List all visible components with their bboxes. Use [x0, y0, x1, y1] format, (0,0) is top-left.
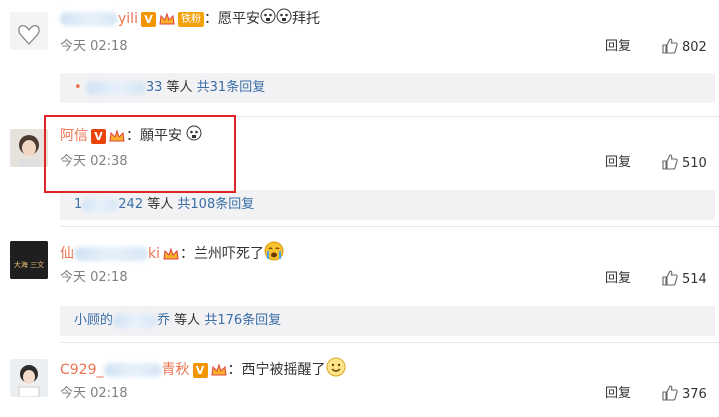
verified-v-icon: V — [192, 362, 208, 378]
like-count: 376 — [682, 387, 707, 402]
comment-item: yili V 铁粉 ：愿平安 拜托 今天 02:18 回复 802 • 33 等人 共3… — [0, 0, 719, 110]
sub-more: 等人 — [166, 80, 193, 95]
verified-v-icon: V — [140, 11, 156, 27]
username-suffix[interactable]: 青秋 — [162, 362, 190, 378]
fans-badge: 铁粉 — [177, 11, 204, 27]
scared-emoji-icon — [276, 8, 292, 30]
avatar[interactable]: 大海 三文 — [10, 241, 48, 279]
sub-more: 等人 — [147, 197, 174, 212]
crying-emoji-icon — [264, 241, 284, 267]
blurred-username — [74, 247, 148, 261]
comment-text: ：兰州吓死了 — [180, 246, 264, 262]
username[interactable]: yili — [118, 11, 138, 27]
comment-item: 大海 三文 仙 ki ：兰州吓死了 今天 02:18 回复 514 小顾的 乔 等人 … — [0, 227, 719, 337]
crown-icon — [158, 11, 176, 27]
crown-icon — [210, 362, 228, 378]
like-icon — [662, 154, 678, 170]
username-prefix[interactable]: 仙 — [60, 246, 74, 262]
sub-reply-summary: • 33 等人 共31条回复 — [60, 73, 715, 103]
blurred-username — [103, 363, 162, 377]
username-prefix[interactable]: C929_ — [60, 362, 104, 378]
sub-reply-summary: 小顾的 乔 等人 共176条回复 — [60, 306, 715, 336]
avatar[interactable] — [10, 12, 48, 50]
like-count: 514 — [682, 272, 707, 287]
sub-user[interactable]: 242 — [118, 197, 143, 212]
view-replies-link[interactable]: 共108条回复 — [177, 197, 254, 212]
timestamp: 今天 02:18 — [60, 39, 128, 54]
comment-text-suffix: 拜托 — [291, 11, 320, 27]
sub-user[interactable]: 乔 — [157, 313, 170, 328]
like-button[interactable]: 514 — [662, 270, 707, 288]
timestamp: 今天 02:18 — [60, 270, 128, 285]
sub-user-prefix[interactable]: 小顾的 — [74, 313, 113, 328]
comment-text: ：西宁被摇醒了 — [227, 362, 326, 378]
reply-button[interactable]: 回复 — [605, 270, 631, 288]
view-replies-link[interactable]: 共176条回复 — [204, 313, 281, 328]
blurred-username — [60, 12, 118, 26]
avatar[interactable] — [10, 129, 48, 167]
sub-more: 等人 — [174, 313, 201, 328]
crown-icon — [162, 246, 180, 262]
timestamp: 今天 02:18 — [60, 386, 128, 401]
smile-emoji-icon — [326, 357, 346, 383]
comment-item: C929_ 青秋 V ：西宁被摇醒了 今天 02:18 回复 376 — [0, 343, 719, 417]
like-button[interactable]: 802 — [662, 38, 707, 56]
reply-button[interactable]: 回复 — [605, 38, 631, 56]
view-replies-link[interactable]: 共31条回复 — [197, 80, 266, 95]
like-button[interactable]: 376 — [662, 385, 707, 403]
comment-line: 仙 ki ：兰州吓死了 — [60, 241, 284, 262]
blurred-username — [85, 80, 146, 95]
sub-reply-summary: 1 242 等人 共108条回复 — [60, 190, 715, 220]
like-icon — [662, 385, 678, 401]
like-count: 510 — [682, 156, 707, 171]
like-count: 802 — [682, 40, 707, 55]
avatar[interactable] — [10, 359, 48, 397]
like-button[interactable]: 510 — [662, 154, 707, 172]
blurred-username — [82, 197, 119, 212]
comment-line: yili V 铁粉 ：愿平安 拜托 — [60, 8, 320, 28]
sub-user[interactable]: 33 — [146, 80, 163, 95]
reply-button[interactable]: 回复 — [605, 154, 631, 172]
comment-text: ：愿平安 — [203, 11, 260, 27]
svg-text:大海 三文: 大海 三文 — [14, 260, 44, 269]
like-icon — [662, 270, 678, 286]
scared-emoji-icon — [260, 8, 276, 30]
blurred-username — [113, 313, 158, 328]
reply-button[interactable]: 回复 — [605, 385, 631, 403]
sub-user-prefix[interactable]: 1 — [74, 197, 82, 212]
username-suffix[interactable]: ki — [148, 246, 160, 262]
highlight-box — [44, 115, 236, 193]
comment-line: C929_ 青秋 V ：西宁被摇醒了 — [60, 357, 346, 378]
bullet: • — [74, 80, 82, 95]
like-icon — [662, 38, 678, 54]
